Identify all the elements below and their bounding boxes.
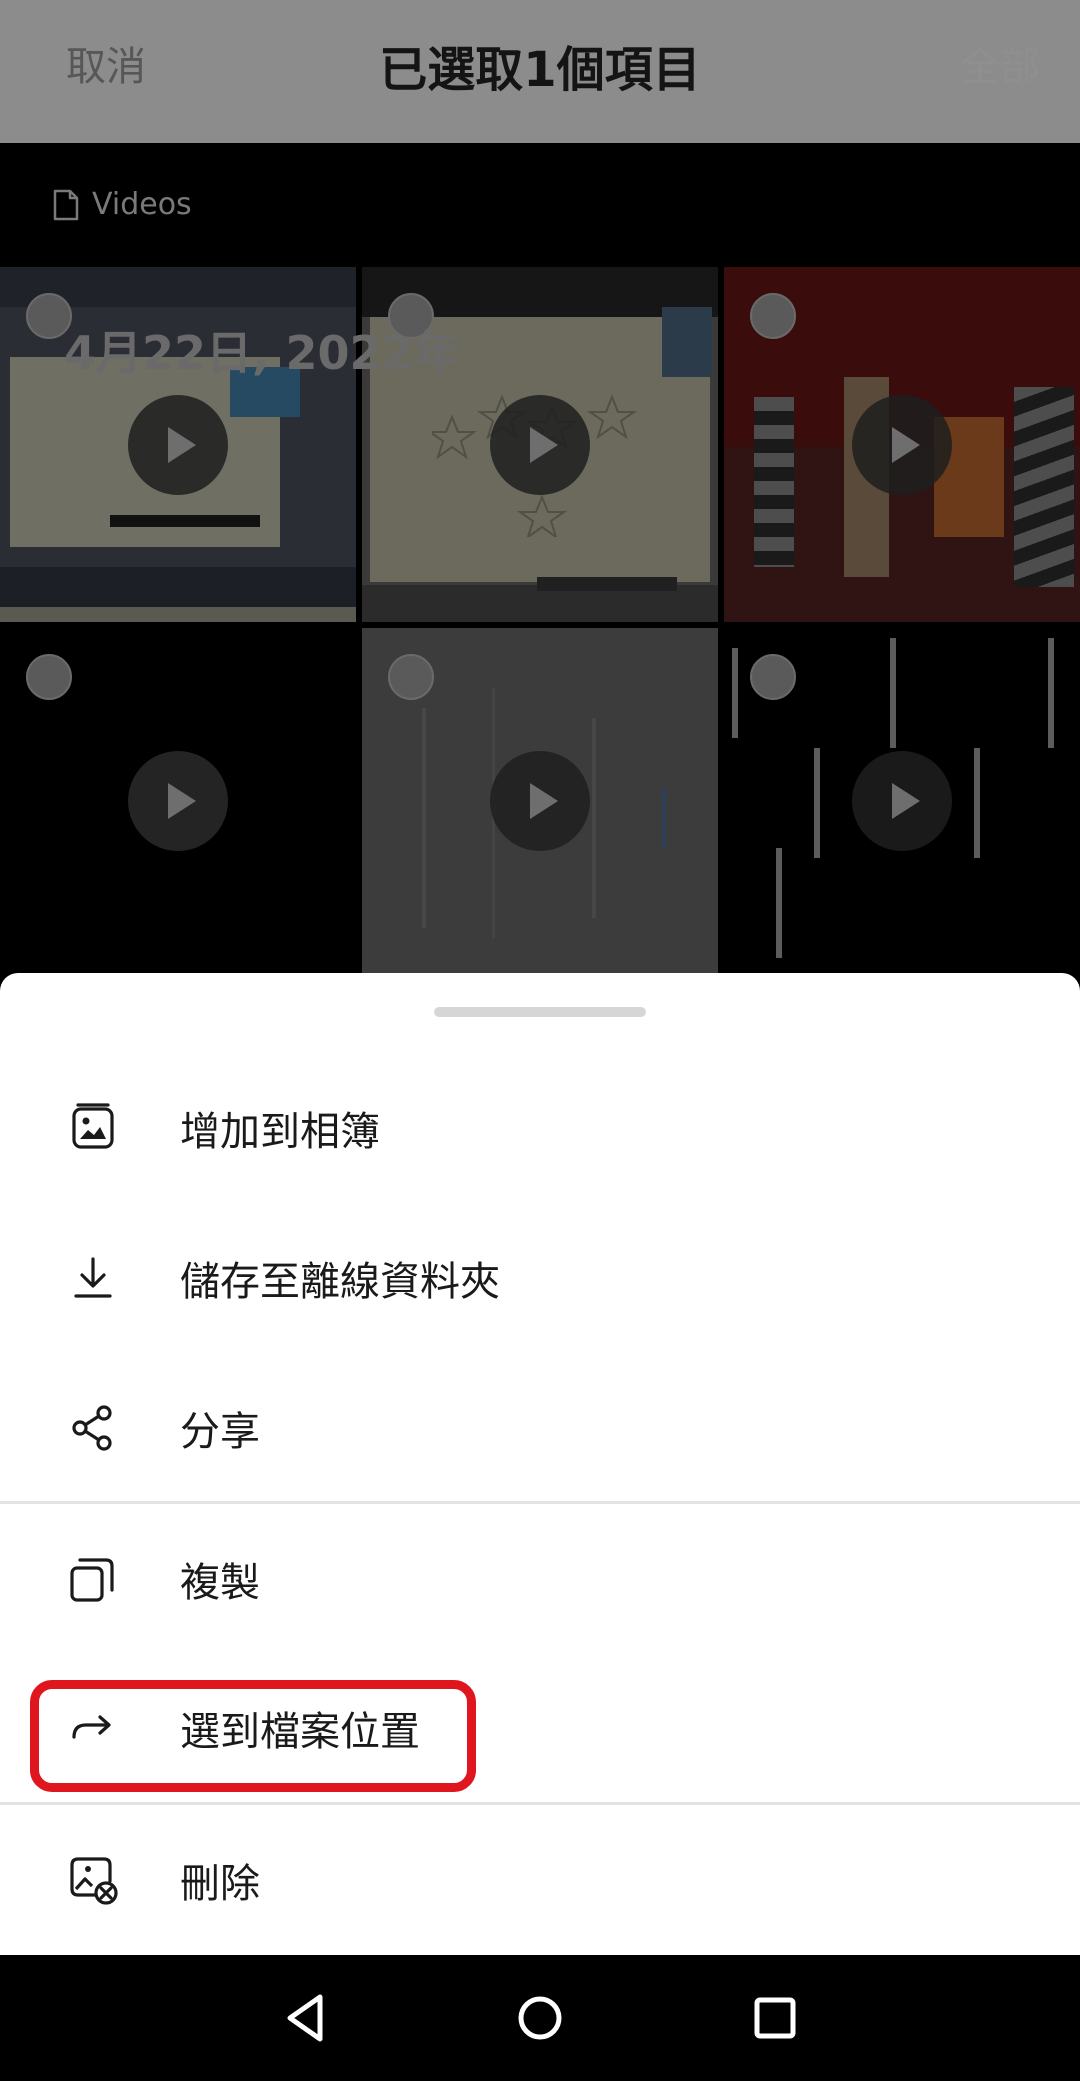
share-icon (72, 1405, 112, 1451)
system-nav-bar (0, 1955, 1080, 2081)
sheet-drag-handle[interactable] (434, 1007, 646, 1017)
menu-item-label: 儲存至離線資料夾 (180, 1259, 500, 1305)
folder-label: Videos (92, 187, 192, 222)
selection-circle[interactable] (750, 654, 796, 700)
video-thumbnail[interactable] (724, 628, 1080, 973)
menu-item-label: 刪除 (180, 1861, 260, 1907)
download-icon (74, 1257, 112, 1298)
folder-breadcrumb[interactable]: Videos (0, 143, 1080, 267)
video-grid: 4月22日, 2022年 (0, 267, 1080, 973)
play-icon (490, 394, 590, 495)
menu-item-copy[interactable]: 複製 (0, 1504, 1080, 1654)
video-thumbnail[interactable] (724, 267, 1080, 622)
action-bottom-sheet: 增加到相簿 儲存至離線資料夾 分享 複製 選到檔案位置 刪除 (0, 973, 1080, 1955)
home-circle-icon[interactable] (509, 1987, 571, 2049)
file-icon (53, 189, 79, 221)
selection-circle[interactable] (26, 654, 72, 700)
copy-icon (70, 1558, 114, 1602)
selection-circle[interactable] (750, 293, 796, 339)
select-all-button[interactable]: 全部 (960, 34, 1040, 92)
play-icon (128, 750, 228, 851)
delete-image-icon (70, 1857, 118, 1905)
menu-item-delete[interactable]: 刪除 (0, 1805, 1080, 1955)
back-triangle-icon[interactable] (276, 1987, 338, 2049)
screen: 取消 已選取1個項目 全部 Videos 4月22日, 2022年 增加到相簿 … (0, 0, 1080, 2081)
play-icon (852, 394, 952, 495)
menu-item-label: 增加到相簿 (180, 1109, 380, 1155)
menu-item-label: 複製 (180, 1560, 260, 1606)
play-icon (128, 394, 228, 495)
play-icon (852, 750, 952, 851)
play-icon (490, 750, 590, 851)
video-thumbnail[interactable] (0, 628, 356, 973)
highlight-annotation (30, 1680, 476, 1792)
video-thumbnail[interactable] (362, 628, 718, 973)
menu-item-share[interactable]: 分享 (0, 1353, 1080, 1503)
top-app-bar: 取消 已選取1個項目 全部 (0, 0, 1080, 143)
selection-circle[interactable] (388, 654, 434, 700)
recents-square-icon[interactable] (744, 1987, 806, 2049)
selection-title: 已選取1個項目 (379, 42, 701, 98)
add-to-album-icon (72, 1103, 114, 1149)
menu-item-add-to-album[interactable]: 增加到相簿 (0, 1053, 1080, 1203)
menu-item-save-offline[interactable]: 儲存至離線資料夾 (0, 1203, 1080, 1353)
date-header: 4月22日, 2022年 (64, 326, 460, 380)
menu-item-label: 分享 (180, 1409, 260, 1455)
